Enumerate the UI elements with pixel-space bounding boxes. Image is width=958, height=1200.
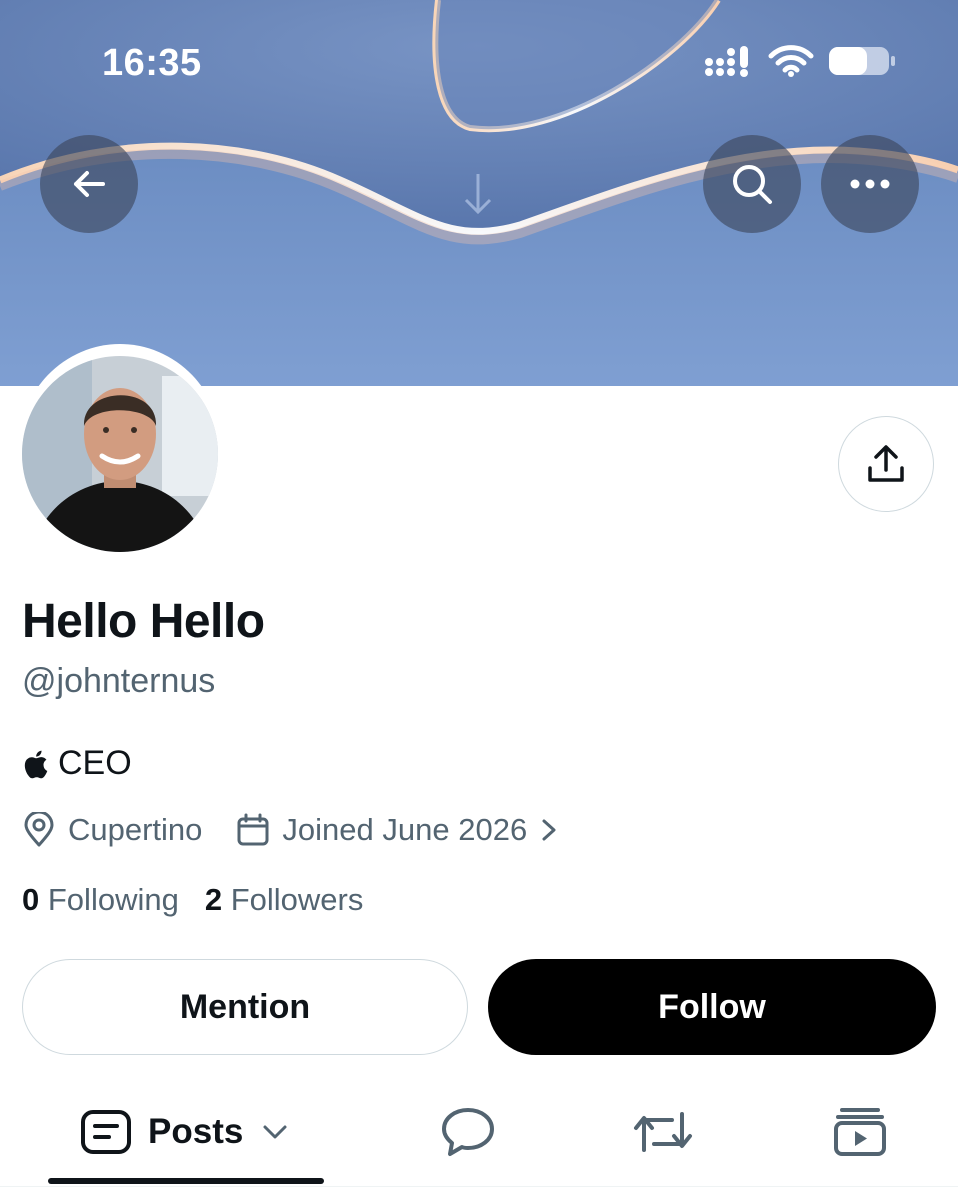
back-arrow-icon (74, 171, 105, 197)
profile-tabs: Posts (0, 1090, 958, 1186)
cellular-signal-icon (705, 46, 748, 77)
following-link[interactable]: 0 Following (22, 882, 179, 918)
tab-reposts[interactable] (632, 1090, 694, 1174)
followers-link[interactable]: 2 Followers (205, 882, 364, 918)
follow-button[interactable]: Follow (488, 959, 936, 1055)
search-button[interactable] (703, 135, 801, 233)
bio: CEO (22, 744, 132, 783)
media-icon (834, 1108, 886, 1156)
search-icon (733, 165, 772, 204)
join-date-text: Joined June 2026 (282, 812, 528, 847)
tab-replies[interactable] (440, 1090, 496, 1174)
wifi-icon (768, 45, 814, 77)
back-button[interactable] (40, 135, 138, 233)
avatar[interactable] (22, 356, 218, 552)
tab-media[interactable] (832, 1090, 888, 1174)
share-profile-button[interactable] (838, 416, 934, 512)
calendar-icon (237, 813, 269, 846)
status-time: 16:35 (102, 42, 202, 84)
apple-logo-icon (24, 750, 48, 778)
following-count: 0 (22, 882, 40, 917)
bio-text: CEO (58, 744, 132, 782)
location-text: Cupertino (68, 812, 203, 847)
display-name: Hello Hello (22, 595, 265, 648)
more-icon (850, 179, 890, 189)
tab-posts-label: Posts (148, 1112, 244, 1151)
profile-photo (22, 356, 218, 552)
tabs-divider (0, 1186, 958, 1187)
share-icon (868, 445, 904, 482)
location-pin-icon (24, 812, 54, 847)
active-tab-indicator (48, 1178, 324, 1184)
chevron-down-icon[interactable] (261, 1122, 289, 1142)
reposts-icon (634, 1112, 692, 1152)
join-date[interactable]: Joined June 2026 (236, 812, 559, 848)
tab-posts[interactable]: Posts (80, 1090, 289, 1174)
follow-counts: 0 Following 2 Followers (22, 882, 363, 918)
followers-label: Followers (230, 882, 364, 917)
chevron-right-icon (542, 819, 556, 841)
status-icons (704, 44, 896, 78)
location: Cupertino (22, 812, 202, 848)
replies-icon (442, 1108, 494, 1156)
followers-count: 2 (204, 882, 223, 917)
username-handle: @johnternus (22, 662, 216, 700)
posts-icon (81, 1110, 131, 1154)
more-options-button[interactable] (821, 135, 919, 233)
mention-button[interactable]: Mention (22, 959, 468, 1055)
following-label: Following (47, 882, 179, 917)
profile-meta: Cupertino Joined June 2026 (22, 812, 559, 848)
battery-icon (829, 47, 895, 75)
